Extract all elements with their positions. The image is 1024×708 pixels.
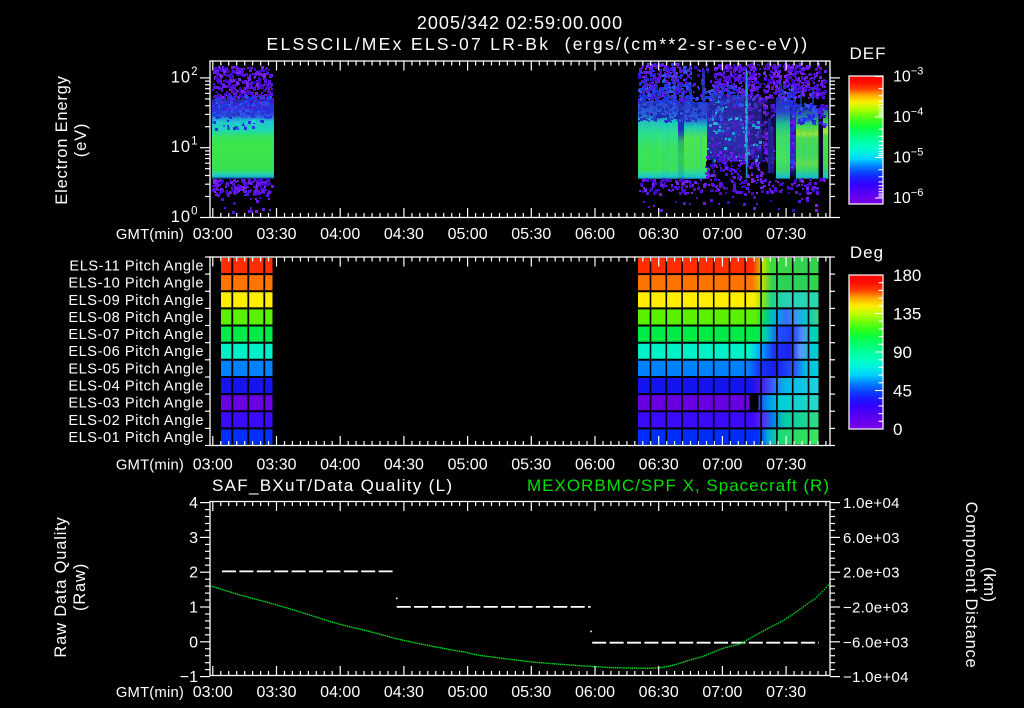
- svg-text:04:00: 04:00: [320, 457, 360, 474]
- svg-text:ELS-10 Pitch Angle: ELS-10 Pitch Angle: [68, 276, 204, 292]
- svg-text:07:30: 07:30: [766, 457, 806, 474]
- svg-text:ELS-08 Pitch Angle: ELS-08 Pitch Angle: [68, 310, 204, 326]
- svg-text:(km): (km): [980, 567, 998, 603]
- svg-text:ELS-06 Pitch Angle: ELS-06 Pitch Angle: [68, 344, 204, 360]
- svg-text:06:00: 06:00: [575, 684, 615, 701]
- svg-text:04:30: 04:30: [384, 457, 424, 474]
- svg-text:−1.0e+04: −1.0e+04: [843, 669, 909, 686]
- svg-text:135: 135: [893, 305, 921, 324]
- svg-text:−1: −1: [180, 669, 198, 686]
- svg-text:45: 45: [893, 382, 912, 401]
- svg-text:4: 4: [189, 495, 198, 512]
- svg-text:2: 2: [189, 565, 198, 582]
- svg-text:0: 0: [189, 634, 198, 651]
- svg-text:GMT(min): GMT(min): [116, 685, 184, 701]
- svg-text:07:00: 07:00: [702, 226, 742, 243]
- svg-text:1.0e+04: 1.0e+04: [843, 495, 900, 512]
- svg-text:07:30: 07:30: [766, 226, 806, 243]
- svg-text:3: 3: [189, 530, 198, 547]
- svg-text:04:00: 04:00: [320, 684, 360, 701]
- svg-text:6.0e+03: 6.0e+03: [843, 530, 900, 547]
- svg-text:07:30: 07:30: [766, 684, 806, 701]
- svg-text:Component Distance: Component Distance: [962, 502, 980, 669]
- svg-text:07:00: 07:00: [702, 684, 742, 701]
- svg-text:03:30: 03:30: [256, 226, 296, 243]
- svg-text:05:00: 05:00: [448, 457, 488, 474]
- svg-text:ELS-11 Pitch Angle: ELS-11 Pitch Angle: [69, 259, 204, 275]
- svg-text:0: 0: [893, 420, 902, 439]
- svg-text:03:30: 03:30: [256, 684, 296, 701]
- svg-text:06:00: 06:00: [575, 457, 615, 474]
- svg-text:05:00: 05:00: [448, 684, 488, 701]
- svg-text:06:30: 06:30: [639, 457, 679, 474]
- svg-text:06:00: 06:00: [575, 226, 615, 243]
- svg-text:90: 90: [893, 343, 912, 362]
- svg-text:04:30: 04:30: [384, 684, 424, 701]
- svg-text:2005/342 02:59:00.000: 2005/342 02:59:00.000: [417, 13, 623, 33]
- svg-text:05:00: 05:00: [448, 226, 488, 243]
- svg-text:ELS-04 Pitch Angle: ELS-04 Pitch Angle: [68, 379, 204, 395]
- svg-text:ELS-02 Pitch Angle: ELS-02 Pitch Angle: [68, 413, 204, 429]
- svg-text:03:00: 03:00: [193, 684, 233, 701]
- svg-text:−2.0e+03: −2.0e+03: [843, 600, 909, 617]
- svg-text:06:30: 06:30: [639, 226, 679, 243]
- svg-text:DEF: DEF: [850, 44, 887, 63]
- svg-text:Deg: Deg: [850, 243, 884, 262]
- svg-text:03:00: 03:00: [193, 226, 233, 243]
- svg-text:−6.0e+03: −6.0e+03: [843, 634, 909, 651]
- svg-text:ELS-07 Pitch Angle: ELS-07 Pitch Angle: [68, 327, 204, 343]
- svg-text:03:00: 03:00: [193, 457, 233, 474]
- svg-text:Raw Data Quality: Raw Data Quality: [52, 516, 70, 657]
- svg-text:(eV): (eV): [72, 123, 90, 157]
- svg-text:03:30: 03:30: [256, 457, 296, 474]
- svg-text:ELS-05 Pitch Angle: ELS-05 Pitch Angle: [68, 361, 204, 377]
- svg-text:05:30: 05:30: [511, 226, 551, 243]
- svg-text:04:00: 04:00: [320, 226, 360, 243]
- svg-text:ELS-01 Pitch Angle: ELS-01 Pitch Angle: [68, 430, 204, 446]
- svg-text:07:00: 07:00: [702, 457, 742, 474]
- svg-text:(Raw): (Raw): [71, 563, 89, 611]
- svg-text:SAF_BXuT/Data Quality (L): SAF_BXuT/Data Quality (L): [212, 476, 453, 495]
- svg-text:ELS-09 Pitch Angle: ELS-09 Pitch Angle: [68, 293, 204, 309]
- svg-text:ELS-03 Pitch Angle: ELS-03 Pitch Angle: [68, 396, 204, 412]
- svg-text:05:30: 05:30: [511, 684, 551, 701]
- svg-text:Electron Energy: Electron Energy: [53, 75, 71, 204]
- svg-text:GMT(min): GMT(min): [116, 458, 184, 474]
- svg-text:04:30: 04:30: [384, 226, 424, 243]
- svg-text:1: 1: [189, 600, 198, 617]
- svg-text:ELSSCIL/MEx ELS-07 LR-Bk (erg: ELSSCIL/MEx ELS-07 LR-Bk (ergs/(cm**2-sr…: [267, 34, 810, 54]
- svg-text:06:30: 06:30: [639, 684, 679, 701]
- svg-text:180: 180: [893, 266, 921, 285]
- svg-text:2.0e+03: 2.0e+03: [843, 565, 900, 582]
- svg-text:05:30: 05:30: [511, 457, 551, 474]
- svg-text:MEXORBMC/SPF X, Spacecraft (R): MEXORBMC/SPF X, Spacecraft (R): [527, 476, 830, 495]
- svg-text:GMT(min): GMT(min): [116, 227, 184, 243]
